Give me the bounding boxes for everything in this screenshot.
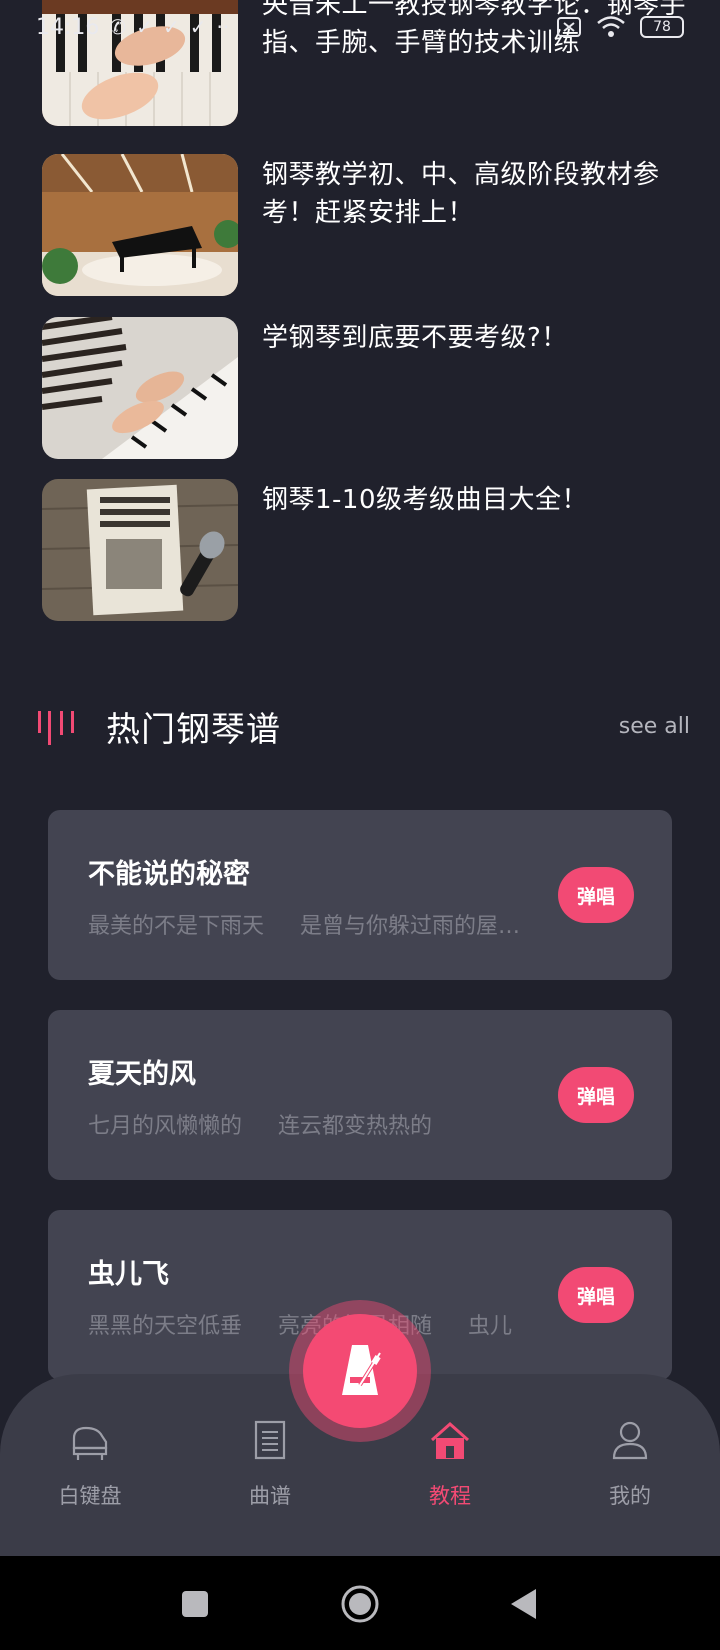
- user-icon: [612, 1421, 648, 1460]
- circle-icon: [341, 1585, 379, 1623]
- recent-apps-button[interactable]: [171, 1580, 219, 1628]
- article-thumbnail: [42, 154, 238, 296]
- nav-item-keyboard[interactable]: 白键盘: [30, 1418, 150, 1528]
- section-title: 热门钢琴谱: [106, 709, 281, 750]
- song-title: 不能说的秘密: [88, 859, 250, 890]
- nav-label: 教程: [429, 1484, 471, 1508]
- play-sing-button[interactable]: 弹唱: [558, 867, 634, 923]
- system-nav-bar: [0, 1556, 720, 1650]
- article-thumbnail: [42, 479, 238, 621]
- article-thumbnail: [42, 0, 238, 126]
- nav-label: 我的: [609, 1484, 651, 1508]
- metronome-icon: [342, 1345, 382, 1395]
- song-title: 夏天的风: [88, 1059, 196, 1090]
- song-lyrics: 最美的不是下雨天 是曾与你躲过雨的屋…: [88, 908, 528, 940]
- article-title: 央音朱工一教授钢琴教学论：钢琴手指、手腕、手臂的技术训练: [262, 0, 687, 58]
- article-title: 学钢琴到底要不要考级?！: [262, 323, 568, 353]
- score-icon: [254, 1420, 286, 1460]
- section-header: 热门钢琴谱 see all: [36, 700, 690, 752]
- lyric-line: 虫儿: [468, 1314, 513, 1339]
- article-item[interactable]: 钢琴教学初、中、高级阶段教材参考！赶紧安排上！: [42, 154, 702, 296]
- article-item[interactable]: 央音朱工一教授钢琴教学论：钢琴手指、手腕、手臂的技术训练: [42, 0, 702, 126]
- play-sing-button[interactable]: 弹唱: [558, 1267, 634, 1323]
- home-system-button[interactable]: [336, 1580, 384, 1628]
- play-sing-button[interactable]: 弹唱: [558, 1067, 634, 1123]
- nav-label: 曲谱: [249, 1484, 291, 1508]
- song-title: 虫儿飞: [88, 1259, 169, 1290]
- lyric-line: 连云都变热热的: [278, 1114, 433, 1139]
- piano-icon: [72, 1426, 108, 1460]
- nav-item-scores[interactable]: 曲谱: [210, 1418, 330, 1528]
- article-thumbnail: [42, 317, 238, 459]
- article-title: 钢琴1-10级考级曲目大全！: [262, 485, 589, 515]
- lyric-line: 黑黑的天空低垂: [88, 1314, 243, 1339]
- nav-item-profile[interactable]: 我的: [570, 1418, 690, 1528]
- lyric-line: 七月的风懒懒的: [88, 1114, 243, 1139]
- nav-label: 白键盘: [58, 1484, 122, 1508]
- section-bars-icon: [38, 711, 74, 745]
- song-lyrics: 七月的风懒懒的 连云都变热热的: [88, 1108, 528, 1140]
- song-card[interactable]: 不能说的秘密 最美的不是下雨天 是曾与你躲过雨的屋… 弹唱: [48, 810, 672, 980]
- back-button[interactable]: [500, 1580, 548, 1628]
- back-triangle-icon: [511, 1589, 536, 1619]
- lyric-line: 最美的不是下雨天: [88, 914, 265, 939]
- see-all-link[interactable]: see all: [619, 714, 690, 739]
- metronome-fab-ring: [289, 1300, 431, 1442]
- lyric-line: 是曾与你躲过雨的屋…: [300, 914, 521, 939]
- article-item[interactable]: 钢琴1-10级考级曲目大全！: [42, 479, 702, 621]
- home-icon: [431, 1421, 469, 1459]
- article-item[interactable]: 学钢琴到底要不要考级?！: [42, 317, 702, 459]
- nav-item-tutorial[interactable]: 教程: [390, 1418, 510, 1528]
- square-icon: [182, 1591, 208, 1617]
- song-card[interactable]: 夏天的风 七月的风懒懒的 连云都变热热的 弹唱: [48, 1010, 672, 1180]
- article-title: 钢琴教学初、中、高级阶段教材参考！赶紧安排上！: [262, 160, 660, 228]
- metronome-button[interactable]: [303, 1314, 417, 1428]
